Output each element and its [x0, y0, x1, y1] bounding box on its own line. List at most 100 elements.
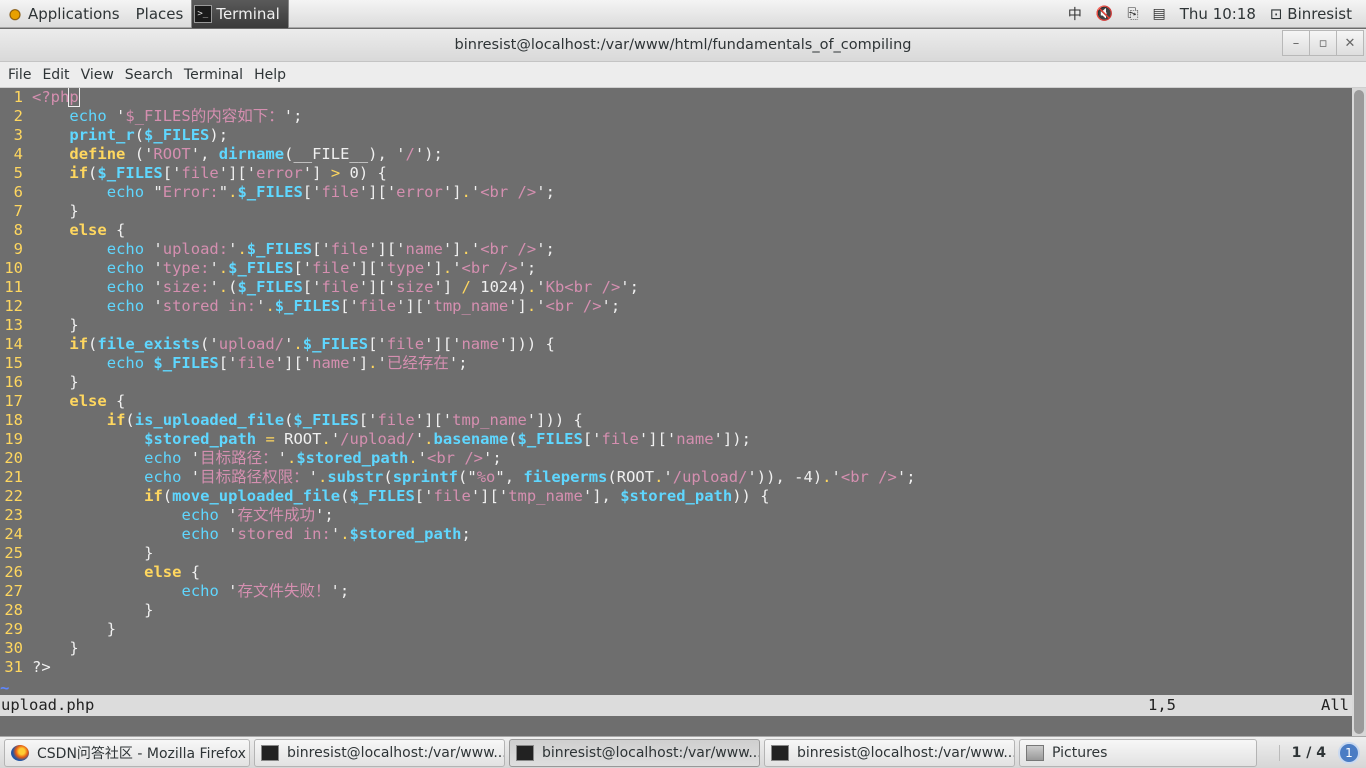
line-source: }	[106, 620, 117, 638]
input-method-indicator[interactable]: 中	[1068, 4, 1082, 24]
line-number: 22	[4, 487, 23, 505]
bottom-taskbar: CSDN问答社区 - Mozilla Firefox binresist@loc…	[0, 736, 1366, 768]
places-label: Places	[135, 4, 184, 23]
line-number: 11	[4, 278, 23, 296]
task-terminal-2[interactable]: binresist@localhost:/var/www...	[509, 738, 760, 767]
task-label: binresist@localhost:/var/www...	[797, 744, 1015, 761]
line-number: 9	[13, 240, 23, 258]
line-number: 14	[4, 335, 23, 353]
window-titlebar[interactable]: binresist@localhost:/var/www/html/fundam…	[0, 29, 1366, 62]
menu-help[interactable]: Help	[250, 67, 293, 83]
clipboard-icon[interactable]: ▤	[1153, 6, 1166, 22]
active-app-terminal[interactable]: >_ Terminal	[191, 0, 289, 28]
code-view: 1 <?php 2 echo '$_FILES的内容如下：'; 3 print_r($…	[0, 88, 1352, 677]
task-label: binresist@localhost:/var/www...	[542, 744, 760, 761]
code-line: 26 else {	[0, 563, 1352, 582]
line-number: 25	[4, 544, 23, 562]
line-source: }	[69, 202, 79, 220]
vim-statusline: upload.php 1,5 All	[0, 695, 1352, 716]
menubar: File Edit View Search Terminal Help	[0, 62, 1366, 88]
task-firefox[interactable]: CSDN问答社区 - Mozilla Firefox	[4, 738, 250, 767]
line-number: 21	[4, 468, 23, 486]
vim-command-line[interactable]	[0, 716, 1352, 736]
status-scroll-indicator: All	[1321, 696, 1349, 714]
line-source: if($_FILES['file']['error'] > 0) {	[69, 164, 387, 182]
volume-muted-icon[interactable]: 🔇	[1096, 6, 1113, 22]
line-number: 5	[13, 164, 23, 182]
terminal-scrollbar[interactable]	[1352, 88, 1366, 736]
user-name: Binresist	[1287, 4, 1352, 23]
code-line: 1 <?php	[0, 88, 1352, 107]
line-source: }	[144, 544, 154, 562]
workspace-switcher[interactable]: 1 / 4	[1278, 744, 1338, 761]
code-line: 19 $stored_path = ROOT.'/upload/'.basena…	[0, 430, 1352, 449]
line-number: 2	[13, 107, 23, 125]
menu-terminal[interactable]: Terminal	[180, 67, 250, 83]
code-line: 12 echo 'stored in:'.$_FILES['file']['tm…	[0, 297, 1352, 316]
menu-search[interactable]: Search	[121, 67, 180, 83]
scrollbar-thumb[interactable]	[1354, 90, 1364, 734]
terminal-icon	[261, 744, 279, 761]
line-source: echo "Error:".$_FILES['file']['error'].'…	[106, 183, 555, 201]
status-filename: upload.php	[1, 696, 95, 714]
close-button[interactable]: ✕	[1336, 30, 1364, 56]
line-source: echo '目标路径：'.$stored_path.'<br />';	[144, 449, 502, 467]
line-source: echo '目标路径权限：'.substr(sprintf("%o", file…	[144, 468, 916, 486]
firefox-icon	[11, 744, 29, 761]
line-number: 12	[4, 297, 23, 315]
maximize-button[interactable]: ▫	[1309, 30, 1337, 56]
line-number: 29	[4, 620, 23, 638]
line-number: 17	[4, 392, 23, 410]
code-line: 20 echo '目标路径：'.$stored_path.'<br />';	[0, 449, 1352, 468]
line-number: 7	[13, 202, 23, 220]
code-line: 24 echo 'stored in:'.$stored_path;	[0, 525, 1352, 544]
notification-badge[interactable]: 1	[1338, 741, 1360, 764]
clock[interactable]: Thu 10:18	[1180, 5, 1256, 23]
line-number: 19	[4, 430, 23, 448]
line-number: 1	[13, 88, 23, 106]
network-icon[interactable]: ⎘	[1127, 6, 1138, 22]
line-source: }	[69, 639, 79, 657]
code-line: 2 echo '$_FILES的内容如下：';	[0, 107, 1352, 126]
line-number: 16	[4, 373, 23, 391]
line-source: echo 'upload:'.$_FILES['file']['name'].'…	[106, 240, 555, 258]
code-line: 18 if(is_uploaded_file($_FILES['file']['…	[0, 411, 1352, 430]
minimize-button[interactable]: –	[1282, 30, 1310, 56]
folder-icon	[1026, 744, 1044, 761]
line-number: 28	[4, 601, 23, 619]
applications-label: Applications	[28, 4, 120, 23]
top-panel: Applications Places >_ Terminal 中 🔇 ⎘ ▤ …	[0, 0, 1366, 28]
line-number: 13	[4, 316, 23, 334]
menu-edit[interactable]: Edit	[38, 67, 76, 83]
task-terminal-1[interactable]: binresist@localhost:/var/www...	[254, 738, 505, 767]
line-number: 10	[4, 259, 23, 277]
line-source: }	[69, 316, 79, 334]
code-line: 23 echo '存文件成功';	[0, 506, 1352, 525]
code-line: 13 }	[0, 316, 1352, 335]
code-line: 3 print_r($_FILES);	[0, 126, 1352, 145]
terminal-content[interactable]: 1 <?php 2 echo '$_FILES的内容如下：'; 3 print_r($…	[0, 88, 1352, 736]
code-line: 15 echo $_FILES['file']['name'].'已经存在';	[0, 354, 1352, 373]
line-number: 30	[4, 639, 23, 657]
applications-menu[interactable]: Applications	[0, 0, 128, 28]
code-line: 25 }	[0, 544, 1352, 563]
line-source: echo '存文件失败！';	[181, 582, 350, 600]
code-line: 21 echo '目标路径权限：'.substr(sprintf("%o", f…	[0, 468, 1352, 487]
line-source: }	[144, 601, 154, 619]
line-number: 24	[4, 525, 23, 543]
code-line: 14 if(file_exists('upload/'.$_FILES['fil…	[0, 335, 1352, 354]
task-pictures[interactable]: Pictures	[1019, 738, 1257, 767]
code-line: 28 }	[0, 601, 1352, 620]
menu-view[interactable]: View	[77, 67, 121, 83]
places-menu[interactable]: Places	[128, 0, 192, 28]
line-source: echo $_FILES['file']['name'].'已经存在';	[106, 354, 468, 372]
menu-file[interactable]: File	[4, 67, 38, 83]
line-source: <?php	[32, 88, 80, 107]
line-source: echo 'stored in:'.$stored_path;	[181, 525, 471, 543]
terminal-icon	[516, 744, 534, 761]
line-source: echo '$_FILES的内容如下：';	[69, 107, 303, 125]
task-terminal-3[interactable]: binresist@localhost:/var/www...	[764, 738, 1015, 767]
user-menu[interactable]: ⊡ Binresist	[1270, 5, 1352, 23]
code-line: 8 else {	[0, 221, 1352, 240]
code-line: 10 echo 'type:'.$_FILES['file']['type'].…	[0, 259, 1352, 278]
